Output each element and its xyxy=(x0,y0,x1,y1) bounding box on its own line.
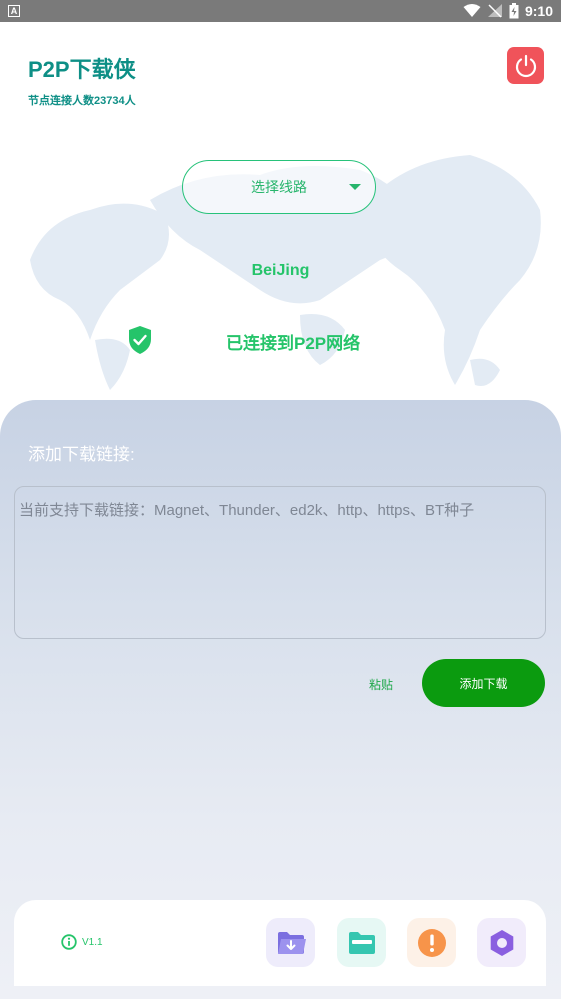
folder-download-icon xyxy=(277,931,306,954)
system-tray: 9:10 xyxy=(463,2,553,20)
downloads-folder-button[interactable] xyxy=(266,918,315,967)
link-input-box xyxy=(14,486,546,639)
route-select-label: 选择线路 xyxy=(251,179,307,195)
status-bar: A 9:10 xyxy=(0,0,561,22)
power-icon xyxy=(515,54,536,77)
version-label: V1.1 xyxy=(82,936,103,948)
link-input[interactable] xyxy=(15,487,545,638)
report-button[interactable] xyxy=(407,918,456,967)
settings-button[interactable] xyxy=(477,918,526,967)
add-download-label: 添加下载 xyxy=(459,676,508,691)
folder-icon xyxy=(348,931,375,954)
no-signal-icon xyxy=(487,4,502,18)
app-title: P2P下载侠 xyxy=(28,57,136,82)
alert-icon xyxy=(417,928,446,957)
paste-button[interactable]: 粘贴 xyxy=(369,676,393,693)
power-button[interactable] xyxy=(507,47,544,84)
battery-icon xyxy=(509,3,519,19)
shield-check-icon xyxy=(129,326,151,354)
notification-icon: A xyxy=(8,5,20,17)
download-label: 添加下载链接: xyxy=(28,445,135,464)
current-city: BeiJing xyxy=(251,262,310,279)
files-folder-button[interactable] xyxy=(337,918,386,967)
node-count: 节点连接人数23734人 xyxy=(28,95,136,107)
connection-status: 已连接到P2P网络 xyxy=(226,334,361,353)
settings-icon xyxy=(490,929,513,956)
add-download-button[interactable]: 添加下载 xyxy=(422,659,545,707)
info-icon xyxy=(61,934,77,950)
version-info[interactable]: V1.1 xyxy=(61,934,103,950)
wifi-icon xyxy=(463,4,481,17)
status-time: 9:10 xyxy=(524,3,553,19)
chevron-down-icon xyxy=(349,184,361,190)
route-select[interactable]: 选择线路 xyxy=(182,160,376,214)
